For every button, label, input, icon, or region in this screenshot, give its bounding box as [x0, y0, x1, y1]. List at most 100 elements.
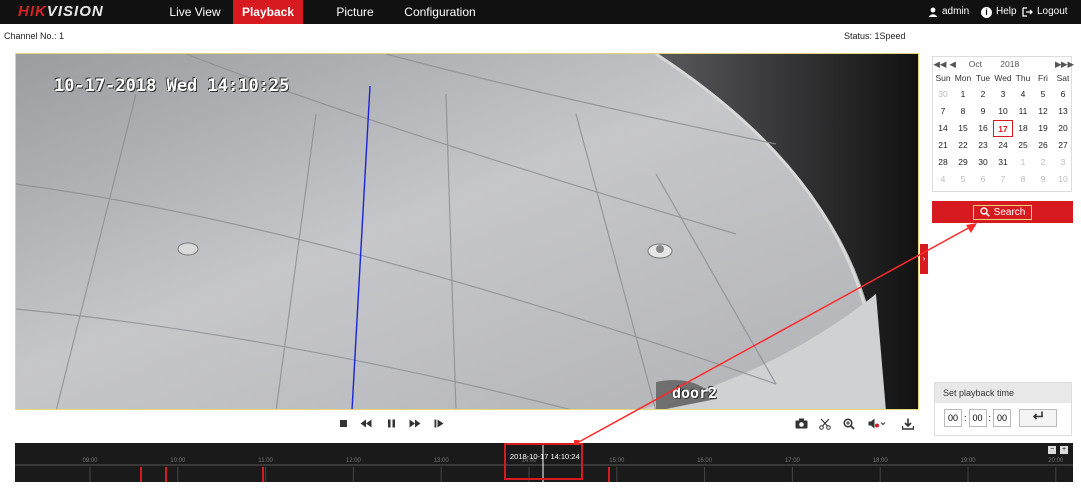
current-time-label: 2018-10-17 14:10:24: [510, 452, 580, 461]
calendar-month[interactable]: Oct: [959, 59, 992, 69]
calendar-day[interactable]: 10: [993, 103, 1013, 120]
calendar-day[interactable]: 27: [1053, 137, 1073, 154]
calendar-day[interactable]: 2: [973, 86, 993, 103]
scissors-icon: [819, 418, 831, 430]
calendar-day[interactable]: 21: [933, 137, 953, 154]
calendar-day[interactable]: 31: [993, 154, 1013, 171]
minute-input[interactable]: [968, 409, 987, 427]
time-input-row: : :: [944, 409, 1058, 427]
prev-year-button[interactable]: ◀◀: [933, 59, 947, 70]
calendar-day[interactable]: 18: [1013, 120, 1033, 137]
calendar-day[interactable]: 9: [1033, 171, 1053, 188]
calendar-day[interactable]: 5: [1033, 86, 1053, 103]
set-playback-time-panel: Set playback time : :: [934, 382, 1072, 436]
timeline-zoom-out-button[interactable]: −: [1048, 446, 1056, 454]
stop-button[interactable]: [336, 418, 350, 432]
calendar-day[interactable]: 7: [933, 103, 953, 120]
calendar-day[interactable]: 13: [1053, 103, 1073, 120]
rewind-icon: [360, 419, 372, 428]
calendar-day[interactable]: 11: [1013, 103, 1033, 120]
username-label: admin: [942, 6, 970, 17]
calendar-day[interactable]: 15: [953, 120, 973, 137]
weekday-label: Sat: [1056, 73, 1070, 83]
help-link[interactable]: i Help: [981, 0, 1017, 24]
prev-month-button[interactable]: ◀: [947, 59, 959, 70]
nav-playback[interactable]: Playback: [233, 0, 303, 24]
stop-icon: [339, 420, 347, 427]
weekday-label: Mon: [954, 73, 972, 83]
speed-up-button[interactable]: [408, 418, 422, 432]
calendar-day[interactable]: 3: [1053, 154, 1073, 171]
apply-time-button[interactable]: [1019, 409, 1058, 427]
calendar-day[interactable]: 19: [1033, 120, 1053, 137]
timeline-hour-label: 16:00: [697, 458, 713, 464]
hour-input[interactable]: [944, 409, 962, 427]
playback-timeline[interactable]: 09:00 10:00 11:00 12:00 13:00 14:00 15:00 16:00…: [15, 443, 1073, 482]
search-button[interactable]: Search: [932, 201, 1073, 223]
calendar-day[interactable]: 25: [1013, 137, 1033, 154]
single-frame-button[interactable]: [432, 418, 446, 432]
calendar-day[interactable]: 1: [1013, 154, 1033, 171]
status-label: Status: 1Speed: [844, 31, 906, 41]
pause-button[interactable]: [384, 418, 398, 432]
calendar-day[interactable]: 4: [1013, 86, 1033, 103]
calendar-day[interactable]: 28: [933, 154, 953, 171]
video-playback-area[interactable]: 10-17-2018 Wed 14:10:25 door2: [15, 53, 919, 410]
time-separator: :: [988, 413, 992, 423]
nav-configuration[interactable]: Configuration: [400, 0, 480, 24]
capture-button[interactable]: [794, 418, 808, 432]
calendar-day[interactable]: 9: [973, 103, 993, 120]
calendar-day[interactable]: 17: [993, 120, 1013, 137]
search-icon: [979, 207, 990, 217]
calendar-day[interactable]: 4: [933, 171, 953, 188]
calendar-day[interactable]: 6: [973, 171, 993, 188]
audio-button[interactable]: [867, 418, 887, 432]
nav-live-view[interactable]: Live View: [165, 0, 225, 24]
calendar-day[interactable]: 30: [973, 154, 993, 171]
calendar-day[interactable]: 16: [973, 120, 993, 137]
calendar-day[interactable]: 1: [953, 86, 973, 103]
calendar-day[interactable]: 29: [953, 154, 973, 171]
calendar-day[interactable]: 7: [993, 171, 1013, 188]
calendar-day[interactable]: 23: [973, 137, 993, 154]
logout-link[interactable]: Logout: [1022, 0, 1068, 24]
calendar-day[interactable]: 2: [1033, 154, 1053, 171]
channel-number: Channel No.: 1: [4, 31, 65, 41]
weekday-label: Fri: [1038, 73, 1048, 83]
search-label: Search: [993, 206, 1026, 218]
camera-icon: [795, 418, 807, 429]
calendar-day[interactable]: 8: [1013, 171, 1033, 188]
logo-text-red: HIK: [18, 3, 47, 20]
time-separator: :: [964, 413, 967, 423]
calendar-day[interactable]: 24: [993, 137, 1013, 154]
calendar-day[interactable]: 30: [933, 86, 953, 103]
calendar-day[interactable]: 6: [1053, 86, 1073, 103]
calendar-day[interactable]: 3: [993, 86, 1013, 103]
calendar-day[interactable]: 14: [933, 120, 953, 137]
calendar-day[interactable]: 10: [1053, 171, 1073, 188]
weekday-label: Wed: [994, 73, 1012, 83]
panel-collapse-button[interactable]: ›: [920, 244, 928, 274]
timeline-zoom-in-button[interactable]: +: [1060, 446, 1068, 454]
calendar-day[interactable]: 8: [953, 103, 973, 120]
timeline-hour-label: 10:00: [170, 458, 186, 464]
calendar-year[interactable]: 2018: [992, 59, 1027, 69]
calendar-day[interactable]: 26: [1033, 137, 1053, 154]
user-menu[interactable]: admin: [928, 0, 969, 24]
timeline-hour-label: 12:00: [345, 458, 361, 464]
calendar-day[interactable]: 20: [1053, 120, 1073, 137]
calendar-day[interactable]: 12: [1033, 103, 1053, 120]
next-year-button[interactable]: ▶▶: [1061, 59, 1074, 70]
second-input[interactable]: [993, 409, 1012, 427]
timeline-hour-label: 13:00: [433, 458, 449, 464]
download-button[interactable]: [901, 418, 915, 432]
nav-picture[interactable]: Picture: [330, 0, 380, 24]
clip-button[interactable]: [818, 418, 832, 432]
slow-down-button[interactable]: [359, 418, 373, 432]
timeline-hour-label: 17:00: [784, 458, 800, 464]
calendar-day[interactable]: 5: [953, 171, 973, 188]
calendar-day[interactable]: 22: [953, 137, 973, 154]
timeline-hour-label: 11:00: [258, 458, 273, 464]
digital-zoom-button[interactable]: [842, 418, 856, 432]
timeline-hour-label: 19:00: [960, 458, 976, 464]
